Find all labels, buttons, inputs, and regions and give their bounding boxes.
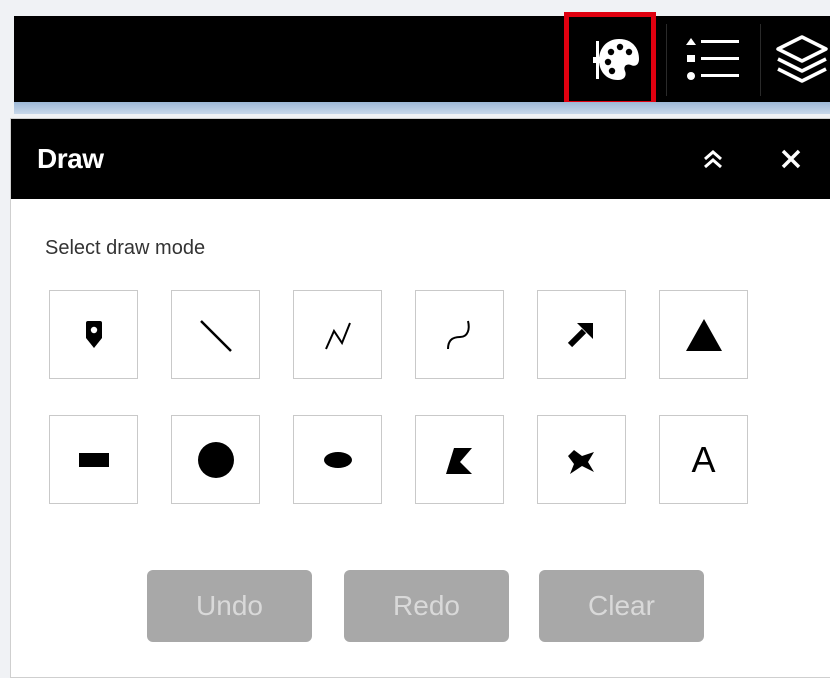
draw-panel: Draw Select draw mode A Undo Redo Clear [10,118,830,678]
double-chevron-up-icon [704,150,722,169]
circle-icon [197,441,234,478]
tool-freehand-line[interactable] [415,290,504,379]
tool-point[interactable] [49,290,138,379]
undo-button[interactable]: Undo [147,570,312,642]
clear-button[interactable]: Clear [539,570,704,642]
close-icon [781,149,801,169]
toolbar-separator [666,24,667,96]
freehand-line-icon [446,320,470,349]
tool-line[interactable] [171,290,260,379]
rectangle-icon [78,452,109,467]
draw-tool-highlight [564,12,656,106]
tool-rectangle[interactable] [49,415,138,504]
freehand-polygon-icon [567,449,594,474]
toolbar-separator [760,24,761,96]
close-button[interactable] [773,141,809,177]
polygon-icon [445,447,472,474]
collapse-button[interactable] [695,141,731,177]
tool-polygon[interactable] [415,415,504,504]
layers-button[interactable] [766,16,830,102]
text-icon: A [691,438,716,480]
arrow-icon [567,322,593,347]
tool-freehand-polygon[interactable] [537,415,626,504]
tool-ellipse[interactable] [293,415,382,504]
panel-title: Draw [37,143,104,174]
legend-button[interactable] [670,16,756,102]
point-icon [85,320,102,348]
draw-mode-label: Select draw mode [45,237,206,259]
top-toolbar [14,16,830,102]
redo-button[interactable]: Redo [344,570,509,642]
tool-arrow[interactable] [537,290,626,379]
map-edge [14,102,830,114]
layers-icon [776,35,828,83]
tool-text[interactable]: A [659,415,748,504]
ellipse-icon [323,451,352,468]
triangle-icon [685,318,722,351]
polyline-icon [324,322,351,349]
panel-header: Draw [11,119,830,199]
line-icon [199,319,232,352]
tool-triangle[interactable] [659,290,748,379]
tool-circle[interactable] [171,415,260,504]
tool-polyline[interactable] [293,290,382,379]
legend-list-icon [686,38,739,80]
